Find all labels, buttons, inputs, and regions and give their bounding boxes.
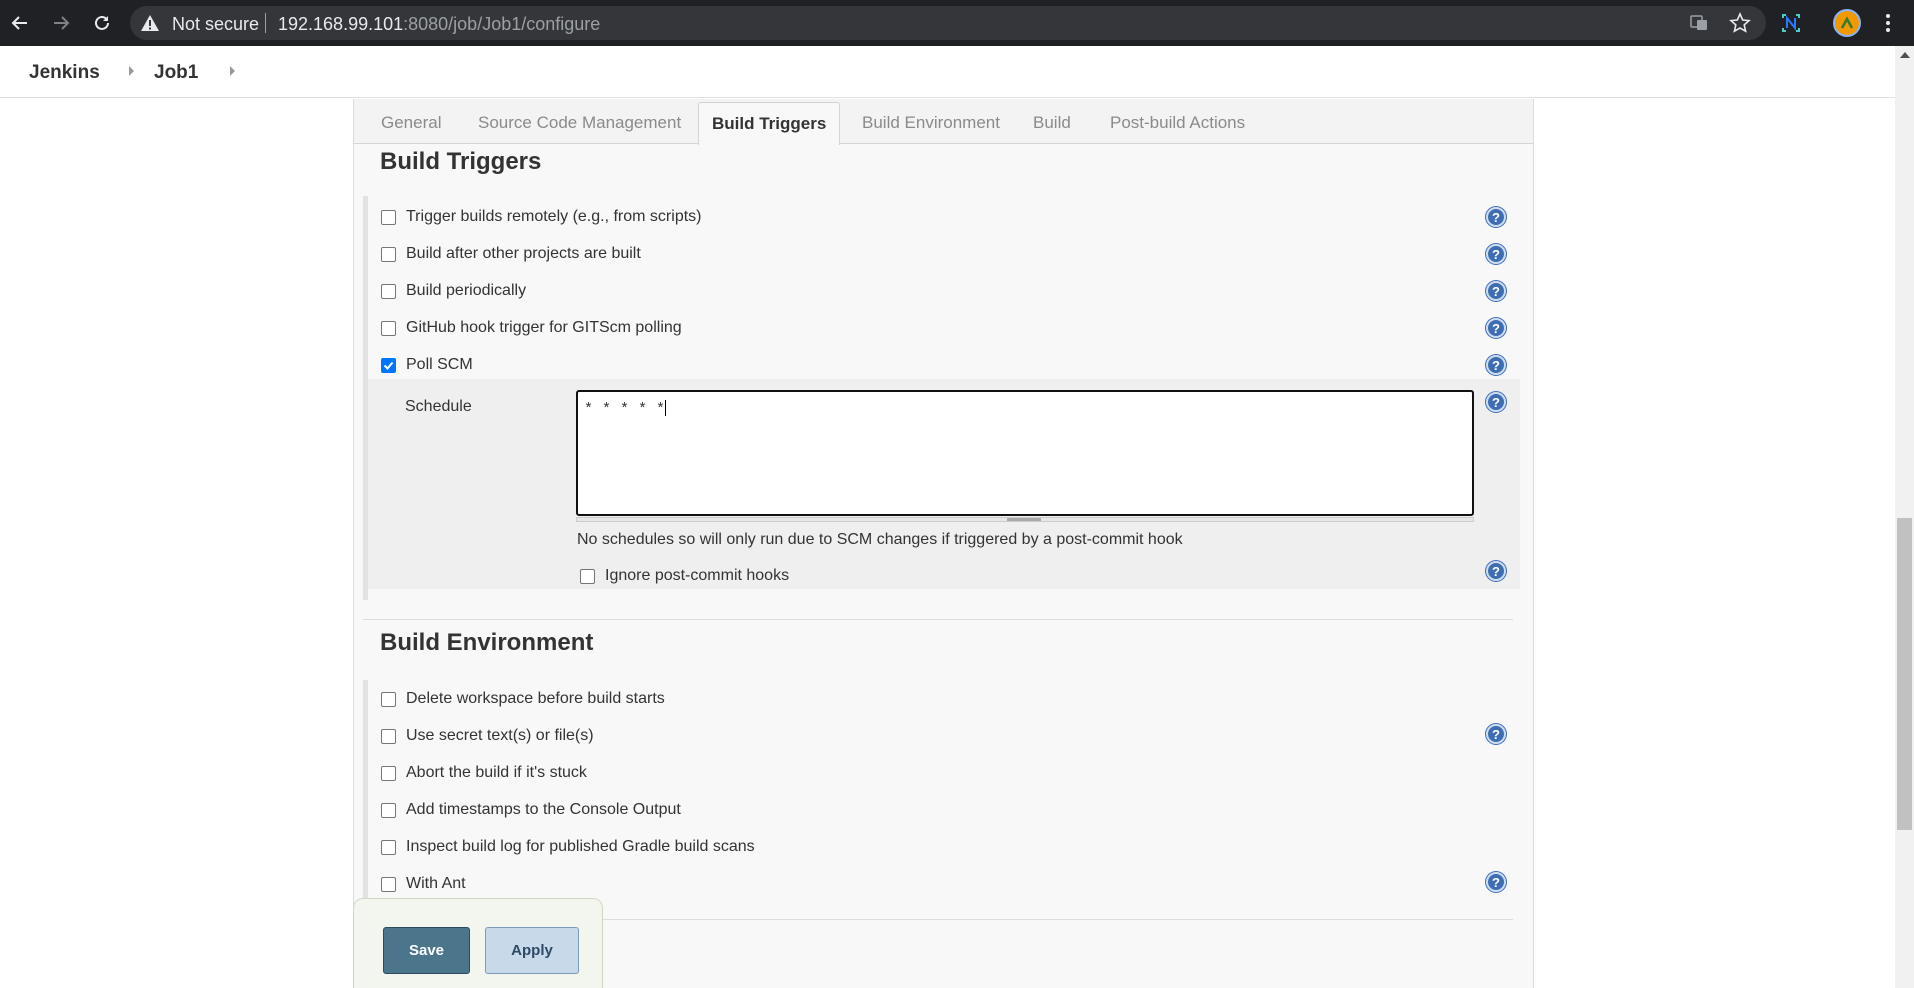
option-ignore-post-commit-hooks[interactable]: Ignore post-commit hooks: [580, 567, 789, 585]
option-label: Inspect build log for published Gradle b…: [406, 838, 755, 855]
page-scrollbar[interactable]: [1895, 46, 1914, 988]
breadcrumb-job1[interactable]: Job1: [154, 62, 198, 84]
schedule-textarea[interactable]: * * * * *: [576, 390, 1474, 516]
text-cursor: [665, 400, 667, 416]
option-delete-workspace[interactable]: Delete workspace before build starts: [381, 690, 665, 708]
reload-icon[interactable]: [90, 11, 114, 35]
checkmark-icon: [383, 361, 394, 370]
option-label: Poll SCM: [406, 356, 473, 373]
schedule-label: Schedule: [405, 398, 472, 415]
bookmark-star-icon[interactable]: [1728, 11, 1752, 35]
tab-general[interactable]: General: [381, 113, 441, 133]
help-icon[interactable]: ?: [1486, 207, 1506, 227]
translate-icon[interactable]: [1687, 11, 1711, 35]
config-tabs: General Source Code Management Build Tri…: [354, 99, 1533, 145]
option-label: Add timestamps to the Console Output: [406, 801, 681, 818]
checkbox[interactable]: [580, 568, 595, 584]
option-build-periodically[interactable]: Build periodically: [381, 282, 526, 300]
help-icon[interactable]: ?: [1486, 318, 1506, 338]
scrollbar-thumb[interactable]: [1897, 518, 1912, 830]
browser-toolbar: Not secure 192.168.99.101:8080/job/Job1/…: [0, 0, 1914, 46]
address-bar[interactable]: Not secure 192.168.99.101:8080/job/Job1/…: [130, 6, 1766, 40]
option-poll-scm[interactable]: Poll SCM: [381, 356, 473, 374]
help-icon[interactable]: ?: [1486, 561, 1506, 581]
back-icon[interactable]: [8, 11, 32, 35]
option-add-timestamps[interactable]: Add timestamps to the Console Output: [381, 801, 681, 819]
option-abort-if-stuck[interactable]: Abort the build if it's stuck: [381, 764, 587, 782]
help-icon[interactable]: ?: [1486, 281, 1506, 301]
build-environment-title: Build Environment: [380, 629, 594, 656]
option-use-secret-text[interactable]: Use secret text(s) or file(s): [381, 727, 594, 745]
option-with-ant[interactable]: With Ant: [381, 875, 466, 893]
breadcrumb-arrow-icon[interactable]: [230, 66, 235, 76]
checkbox[interactable]: [381, 765, 396, 781]
breadcrumb: Jenkins Job1: [0, 46, 1914, 98]
option-label: Abort the build if it's stuck: [406, 764, 587, 781]
url-text[interactable]: 192.168.99.101:8080/job/Job1/configure: [278, 14, 600, 35]
forward-icon[interactable]: [49, 11, 73, 35]
extension-icon[interactable]: [1779, 11, 1803, 35]
option-label: GitHub hook trigger for GITScm polling: [406, 319, 682, 336]
option-label: Use secret text(s) or file(s): [406, 727, 594, 744]
option-label: With Ant: [406, 875, 466, 892]
option-github-hook-trigger[interactable]: GitHub hook trigger for GITScm polling: [381, 319, 682, 337]
option-label: Build after other projects are built: [406, 245, 641, 262]
checkbox-checked[interactable]: [381, 357, 396, 373]
resize-grip-icon[interactable]: [1007, 518, 1041, 521]
checkbox[interactable]: [381, 283, 396, 299]
checkbox[interactable]: [381, 691, 396, 707]
option-label: Ignore post-commit hooks: [605, 567, 790, 584]
help-icon[interactable]: ?: [1486, 724, 1506, 744]
option-label: Delete workspace before build starts: [406, 690, 665, 707]
option-trigger-remotely[interactable]: Trigger builds remotely (e.g., from scri…: [381, 208, 701, 226]
scroll-up-arrow-icon[interactable]: [1900, 52, 1910, 58]
schedule-hint: No schedules so will only run due to SCM…: [577, 531, 1183, 548]
checkbox[interactable]: [381, 246, 396, 262]
tab-build-triggers[interactable]: Build Triggers: [698, 102, 841, 145]
apply-button[interactable]: Apply: [485, 927, 579, 974]
checkbox[interactable]: [381, 320, 396, 336]
save-button[interactable]: Save: [383, 927, 470, 974]
checkbox[interactable]: [381, 802, 396, 818]
option-label: Trigger builds remotely (e.g., from scri…: [406, 208, 702, 225]
help-icon[interactable]: ?: [1486, 355, 1506, 375]
tab-post-build-actions[interactable]: Post-build Actions: [1110, 113, 1245, 133]
schedule-value: * * * * *: [584, 401, 666, 418]
breadcrumb-jenkins[interactable]: Jenkins: [29, 62, 100, 84]
section-indent-bar: [363, 680, 368, 906]
checkbox[interactable]: [381, 209, 396, 225]
checkbox[interactable]: [381, 728, 396, 744]
security-label[interactable]: Not secure: [172, 14, 259, 35]
help-icon[interactable]: ?: [1486, 244, 1506, 264]
checkbox[interactable]: [381, 876, 396, 892]
tab-build[interactable]: Build: [1033, 113, 1071, 133]
url-host: 192.168.99.101: [278, 14, 404, 34]
tab-build-environment[interactable]: Build Environment: [862, 113, 1000, 133]
breadcrumb-arrow-icon[interactable]: [129, 66, 134, 76]
address-separator: [265, 13, 266, 33]
menu-kebab-icon[interactable]: [1876, 11, 1900, 35]
tab-source-code-management[interactable]: Source Code Management: [478, 113, 681, 133]
profile-avatar-icon[interactable]: [1833, 9, 1861, 37]
help-icon[interactable]: ?: [1486, 392, 1506, 412]
section-divider: [363, 619, 1513, 620]
help-icon[interactable]: ?: [1486, 872, 1506, 892]
option-label: Build periodically: [406, 282, 527, 299]
build-triggers-title: Build Triggers: [380, 148, 542, 175]
url-path: :8080/job/Job1/configure: [403, 14, 601, 34]
checkbox[interactable]: [381, 839, 396, 855]
option-inspect-gradle-scans[interactable]: Inspect build log for published Gradle b…: [381, 838, 755, 856]
section-indent-bar: [363, 196, 368, 600]
warning-icon[interactable]: [140, 13, 160, 33]
option-build-after-other-projects[interactable]: Build after other projects are built: [381, 245, 641, 263]
